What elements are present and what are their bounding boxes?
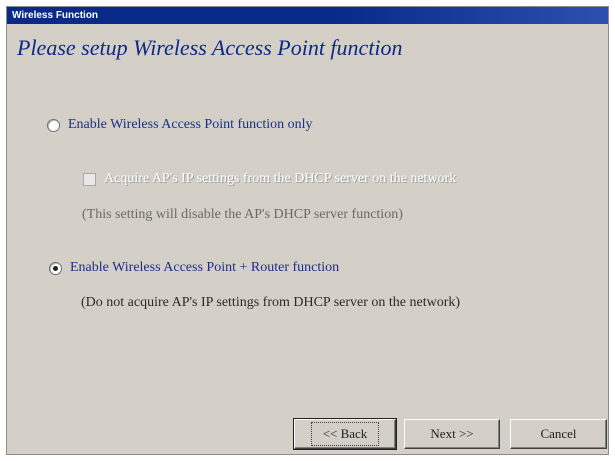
router-note-text: (Do not acquire AP's IP settings from DH… — [81, 295, 461, 310]
option-ap-router[interactable]: Enable Wireless Access Point + Router fu… — [49, 260, 339, 276]
ap-only-note-text: (This setting will disable the AP's DHCP… — [82, 207, 403, 222]
option-ap-only-label: Enable Wireless Access Point function on… — [68, 117, 313, 132]
option-ap-router-label: Enable Wireless Access Point + Router fu… — [70, 260, 340, 275]
dhcp-acquire-checkbox — [83, 172, 96, 186]
wireless-function-dialog: Wireless Function Please setup Wireless … — [6, 6, 609, 455]
window-title: Wireless Function — [7, 7, 608, 24]
dhcp-acquire-label: Acquire AP's IP settings from the DHCP s… — [104, 171, 457, 186]
option-ap-only[interactable]: Enable Wireless Access Point function on… — [47, 117, 313, 133]
cancel-button-label: Cancel — [540, 426, 577, 441]
radio-ap-only[interactable] — [47, 118, 60, 132]
dhcp-acquire-checkbox-row: Acquire AP's IP settings from the DHCP s… — [83, 171, 456, 187]
back-button-label: << Back — [310, 422, 380, 446]
router-note: (Do not acquire AP's IP settings from DH… — [81, 295, 460, 311]
ap-only-note: (This setting will disable the AP's DHCP… — [82, 207, 403, 223]
radio-ap-router[interactable] — [49, 261, 62, 275]
back-button[interactable]: << Back — [293, 418, 397, 450]
next-button[interactable]: Next >> — [404, 419, 500, 449]
page-heading: Please setup Wireless Access Point funct… — [17, 35, 403, 60]
cancel-button[interactable]: Cancel — [510, 419, 607, 449]
next-button-label: Next >> — [430, 426, 474, 441]
